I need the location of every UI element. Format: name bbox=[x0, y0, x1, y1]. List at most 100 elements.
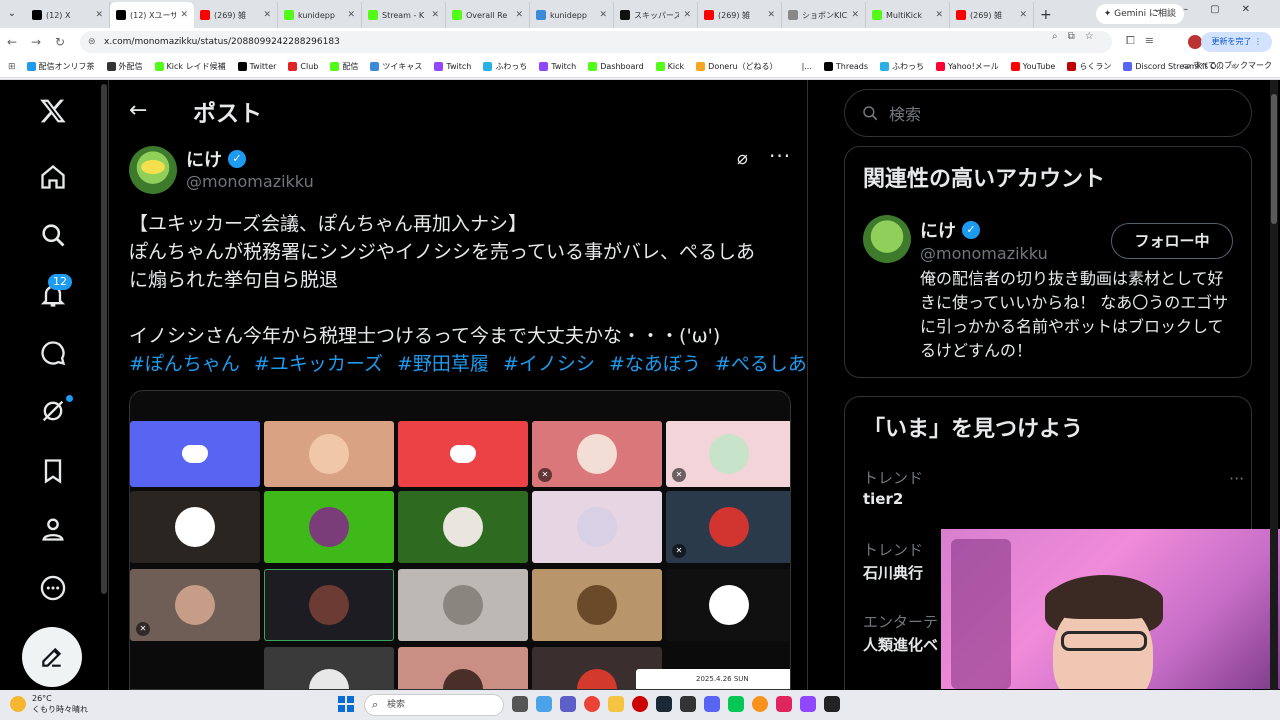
tab-close-icon[interactable]: ✕ bbox=[683, 10, 691, 20]
browser-tab[interactable]: kunidepp ✕ bbox=[530, 2, 614, 28]
hashtag[interactable]: #ユキッカーズ bbox=[254, 353, 383, 375]
bookmark-item[interactable]: Twitch bbox=[534, 61, 581, 72]
post-more-icon[interactable]: ··· bbox=[769, 144, 791, 168]
search-icon[interactable] bbox=[32, 214, 74, 256]
bookmark-item[interactable]: ふわっち bbox=[875, 61, 929, 72]
trend-more-icon[interactable]: ··· bbox=[1229, 469, 1244, 488]
bookmark-item[interactable]: ふわっち bbox=[478, 61, 532, 72]
bookmark-item[interactable]: Kick bbox=[651, 61, 690, 72]
bookmark-item[interactable]: Twitter bbox=[233, 61, 282, 72]
discord-icon[interactable] bbox=[704, 696, 720, 712]
back-arrow-icon[interactable]: ← bbox=[129, 98, 147, 123]
bookmark-item[interactable]: YouTube bbox=[1006, 61, 1061, 72]
browser-tab[interactable]: Stream - K ✕ bbox=[362, 2, 446, 28]
tab-close-icon[interactable]: ✕ bbox=[431, 10, 439, 20]
profile-icon[interactable] bbox=[32, 508, 74, 550]
browser-tab[interactable]: (12) X ✕ bbox=[26, 2, 110, 28]
related-name[interactable]: にけ ✓ bbox=[920, 217, 980, 243]
compose-button[interactable] bbox=[22, 627, 82, 687]
page-scrollbar[interactable] bbox=[1270, 80, 1278, 690]
teams-icon[interactable] bbox=[560, 696, 576, 712]
browser-tab[interactable]: スキッパーズ ✕ bbox=[614, 2, 698, 28]
line-icon[interactable] bbox=[728, 696, 744, 712]
bookmark-item[interactable]: 配信 bbox=[325, 61, 363, 72]
grok-explain-icon[interactable]: ⌀ bbox=[737, 148, 748, 169]
app-icon[interactable] bbox=[776, 696, 792, 712]
address-bar[interactable]: ⊜ x.com/monomazikku/status/2088099242288… bbox=[80, 31, 1112, 53]
browser-tab[interactable]: Overall Re ✕ bbox=[446, 2, 530, 28]
steam-icon[interactable] bbox=[656, 696, 672, 712]
x-logo-icon[interactable] bbox=[32, 90, 74, 132]
author-name[interactable]: にけ ✓ bbox=[186, 146, 246, 172]
toolbar-icons[interactable]: ⧠≡ bbox=[1126, 34, 1164, 48]
omnibox-icons[interactable]: ⌕⧉☆ bbox=[1052, 31, 1104, 42]
bookmark-item[interactable]: Doneru（どねる） bbox=[691, 61, 782, 72]
explorer-icon[interactable] bbox=[608, 696, 624, 712]
browser-tab[interactable]: (269) 雑 ✕ bbox=[698, 2, 782, 28]
tab-close-icon[interactable]: ✕ bbox=[767, 10, 775, 20]
bookmark-item[interactable]: らくラン bbox=[1062, 61, 1116, 72]
app-icon[interactable] bbox=[800, 696, 816, 712]
bookmark-item[interactable]: 配信オンリフ茶 bbox=[22, 61, 100, 72]
apps-icon[interactable]: ⊞ bbox=[8, 62, 20, 72]
tab-close-icon[interactable]: ✕ bbox=[1019, 10, 1027, 20]
bookmark-item[interactable]: |... bbox=[785, 61, 817, 72]
hashtag[interactable]: #イノシシ bbox=[503, 353, 595, 375]
tab-close-icon[interactable]: ✕ bbox=[263, 10, 271, 20]
bookmark-item[interactable]: Kick レイド候補 bbox=[150, 61, 231, 72]
post-media[interactable]: ✕ ✕ ✕ ✕ 2025.4.26 SUN bbox=[129, 390, 791, 690]
trend-item[interactable]: エンターテ 人類進化ベ bbox=[863, 611, 938, 655]
site-info-icon[interactable]: ⊜ bbox=[88, 31, 96, 53]
following-button[interactable]: フォロー中 bbox=[1111, 223, 1233, 259]
tab-close-icon[interactable]: ✕ bbox=[599, 10, 607, 20]
hashtag[interactable]: #ぽんちゃん bbox=[129, 353, 240, 375]
bookmark-item[interactable]: 外配信 bbox=[102, 61, 148, 72]
bookmark-item[interactable]: Dashboard bbox=[583, 61, 648, 72]
tab-close-icon[interactable]: ✕ bbox=[347, 10, 355, 20]
browser-tab[interactable]: kunidepp ✕ bbox=[278, 2, 362, 28]
trend-item[interactable]: トレンド 石川典行 bbox=[863, 539, 923, 583]
start-button-icon[interactable] bbox=[338, 696, 354, 712]
left-scrollbar[interactable] bbox=[101, 84, 107, 594]
task-view-icon[interactable] bbox=[512, 696, 528, 712]
search-input[interactable]: 検索 bbox=[844, 89, 1252, 137]
reload-icon[interactable]: ↻ bbox=[48, 35, 72, 49]
all-bookmarks[interactable]: ▭ すべてのブックマーク bbox=[1183, 60, 1272, 71]
trend-item[interactable]: トレンド tier2 bbox=[863, 467, 923, 508]
author-handle[interactable]: @monomazikku bbox=[186, 172, 314, 191]
tab-close-icon[interactable]: ✕ bbox=[95, 10, 103, 20]
tab-close-icon[interactable]: ✕ bbox=[851, 10, 859, 20]
hashtag[interactable]: #野田草履 bbox=[397, 353, 489, 375]
copilot-icon[interactable] bbox=[536, 696, 552, 712]
related-avatar[interactable] bbox=[863, 215, 911, 263]
app-icon[interactable] bbox=[680, 696, 696, 712]
tab-close-icon[interactable]: ✕ bbox=[180, 10, 188, 20]
app-icon[interactable] bbox=[752, 696, 768, 712]
bookmarks-icon[interactable] bbox=[32, 450, 74, 492]
related-handle[interactable]: @monomazikku bbox=[920, 244, 1048, 263]
browser-tab[interactable]: MultiKick ✕ bbox=[866, 2, 950, 28]
terminal-icon[interactable] bbox=[824, 696, 840, 712]
profile-avatar[interactable] bbox=[1188, 35, 1202, 49]
bookmark-item[interactable]: Yahoo!メール bbox=[931, 61, 1004, 72]
chrome-icon[interactable] bbox=[584, 696, 600, 712]
browser-tab[interactable]: ショボンKIC ✕ bbox=[782, 2, 866, 28]
home-icon[interactable] bbox=[32, 156, 74, 198]
hashtag[interactable]: #ぺるしあ bbox=[715, 353, 807, 375]
weather-widget[interactable]: 26°C くもり時々晴れ bbox=[10, 693, 88, 715]
bookmark-item[interactable]: Threads bbox=[819, 61, 873, 72]
app-icon[interactable] bbox=[632, 696, 648, 712]
more-icon[interactable] bbox=[32, 567, 74, 609]
back-nav-icon[interactable]: ← bbox=[0, 35, 24, 49]
taskbar-search[interactable]: 検索 bbox=[364, 694, 504, 716]
bookmark-item[interactable]: Twitch bbox=[429, 61, 476, 72]
browser-tab[interactable]: (269) 雑 ✕ bbox=[194, 2, 278, 28]
browser-tab[interactable]: (269) 雑 ✕ bbox=[950, 2, 1034, 28]
browser-tab[interactable]: (12) Xユーザー✕ bbox=[110, 2, 194, 28]
bookmark-item[interactable]: ツイキャス bbox=[365, 61, 427, 72]
author-avatar[interactable] bbox=[129, 146, 177, 194]
tab-close-icon[interactable]: ✕ bbox=[515, 10, 523, 20]
tab-close-icon[interactable]: ✕ bbox=[935, 10, 943, 20]
forward-nav-icon[interactable]: → bbox=[24, 35, 48, 49]
update-button[interactable]: 更新を完了 ⋮ bbox=[1201, 32, 1272, 52]
